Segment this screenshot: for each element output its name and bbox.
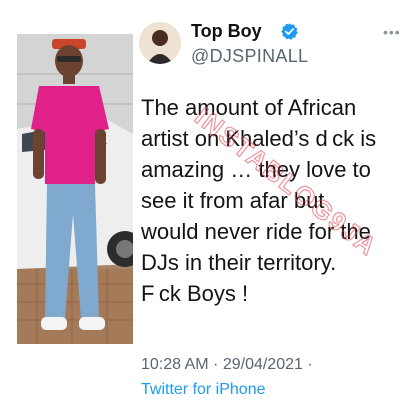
author-name[interactable]: Top Boy	[191, 21, 262, 42]
author-handle[interactable]: @DJSPINALL	[191, 46, 308, 67]
tweet-source-link[interactable]: Twitter for iPhone	[141, 381, 266, 399]
verified-badge-icon	[281, 23, 298, 40]
avatar[interactable]	[139, 22, 181, 64]
photo-panel	[17, 34, 133, 344]
person-photo	[17, 34, 133, 344]
ellipsis-icon[interactable]: •••	[383, 24, 401, 40]
tweet-card: Top Boy @DJSPINALL ••• The amount of Afr…	[133, 0, 409, 420]
avatar-image	[139, 22, 181, 64]
tweet-timestamp[interactable]: 10:28 AM · 29/04/2021 ·	[141, 356, 313, 374]
tweet-text: The amount of African artist on Khaled’s…	[141, 95, 377, 306]
